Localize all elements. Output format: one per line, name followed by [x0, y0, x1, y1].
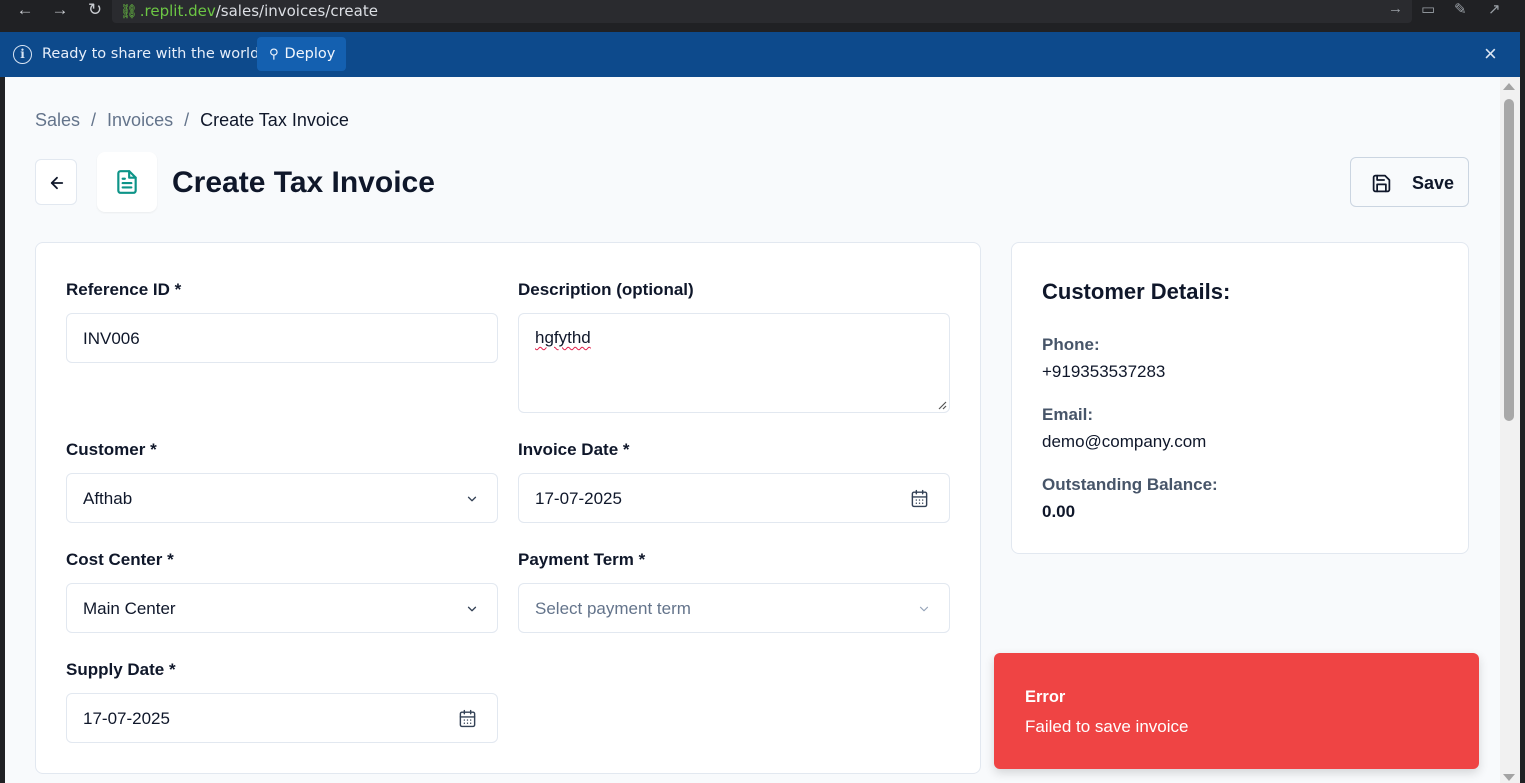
invoice-date-value: 17-07-2025 [535, 489, 622, 508]
cost-center-select[interactable]: Main Center [66, 583, 498, 633]
browser-toolbar: ← → ↻ ⛓ .replit.dev/sales/invoices/create… [0, 0, 1525, 32]
deploy-icon: ⚲ [269, 47, 279, 62]
app-content: Sales / Invoices / Create Tax Invoice Create… [5, 77, 1520, 783]
customer-details-card: Customer Details: Phone: +919353537283 E… [1011, 242, 1469, 554]
customer-label: Customer * [66, 440, 157, 459]
reference-id-value: INV006 [83, 329, 140, 348]
deploy-banner: i Ready to share with the world? ⚲ Deploy… [0, 32, 1525, 77]
deploy-button[interactable]: ⚲ Deploy [257, 37, 346, 71]
customer-select[interactable]: Afthab [66, 473, 498, 523]
breadcrumb-current: Create Tax Invoice [200, 110, 349, 130]
breadcrumb-separator: / [184, 110, 190, 130]
save-label: Save [1412, 173, 1455, 193]
calendar-icon[interactable] [458, 709, 477, 728]
window-edge [1520, 32, 1525, 783]
file-text-icon [117, 170, 137, 194]
description-label: Description (optional) [518, 280, 694, 299]
back-button[interactable] [35, 159, 77, 205]
device-icon[interactable]: ▭ [1421, 0, 1435, 18]
browser-back-icon[interactable]: ← [11, 0, 39, 22]
scroll-down-arrow-icon[interactable] [1503, 774, 1515, 781]
url-path: /sales/invoices/create [215, 2, 378, 20]
info-icon: i [13, 45, 32, 64]
customer-value: Afthab [83, 489, 133, 508]
breadcrumb: Sales / Invoices / Create Tax Invoice [35, 110, 349, 131]
reference-id-input[interactable]: INV006 [66, 313, 498, 363]
supply-date-input[interactable]: 17-07-2025 [66, 693, 498, 743]
chevron-down-icon [467, 496, 477, 502]
chevron-down-icon [919, 606, 929, 612]
url-text: ⛓ .replit.dev/sales/invoices/create [120, 2, 378, 20]
customer-details-title: Customer Details: [1042, 279, 1231, 304]
address-bar[interactable]: ⛓ .replit.dev/sales/invoices/create [112, 0, 1412, 23]
resize-grip-icon[interactable] [938, 401, 947, 410]
invoice-date-input[interactable]: 17-07-2025 [518, 473, 950, 523]
arrow-left-icon [50, 176, 64, 190]
payment-term-label: Payment Term * [518, 550, 646, 569]
url-domain: .replit.dev [139, 2, 216, 20]
scroll-up-arrow-icon[interactable] [1503, 83, 1515, 90]
breadcrumb-sales[interactable]: Sales [35, 110, 80, 131]
browser-reload-icon[interactable]: ↻ [81, 0, 109, 22]
payment-term-select[interactable]: Select payment term [518, 583, 950, 633]
invoice-date-label: Invoice Date * [518, 440, 630, 459]
payment-term-placeholder: Select payment term [535, 599, 691, 618]
document-icon-tile [97, 152, 157, 212]
chevron-down-icon [467, 606, 477, 612]
supply-date-label: Supply Date * [66, 660, 176, 679]
email-label: Email: [1042, 405, 1094, 424]
outstanding-balance-label: Outstanding Balance: [1042, 475, 1218, 494]
browser-forward-icon[interactable]: → [46, 0, 74, 22]
banner-message: Ready to share with the world? [42, 46, 267, 62]
save-icon [1372, 174, 1391, 193]
link-icon: ⛓ [120, 4, 138, 20]
description-value: hgfythd [535, 328, 591, 347]
invoice-form-card: Reference ID * INV006 Description (optio… [35, 242, 981, 774]
phone-label: Phone: [1042, 335, 1100, 354]
deploy-label: Deploy [284, 46, 336, 62]
supply-date-value: 17-07-2025 [83, 709, 170, 728]
go-icon[interactable]: → [1388, 0, 1403, 17]
page-scrollbar[interactable] [1500, 77, 1520, 783]
external-link-icon[interactable]: ↗ [1488, 0, 1501, 18]
save-button[interactable]: Save [1350, 157, 1469, 207]
cost-center-label: Cost Center * [66, 550, 174, 569]
email-value: demo@company.com [1042, 432, 1207, 451]
page-title: Create Tax Invoice [172, 166, 435, 199]
phone-value: +919353537283 [1042, 362, 1166, 381]
breadcrumb-invoices[interactable]: Invoices [107, 110, 173, 131]
breadcrumb-separator: / [91, 110, 97, 130]
error-toast[interactable]: Error Failed to save invoice [994, 653, 1479, 769]
outstanding-balance-value: 0.00 [1042, 502, 1076, 521]
close-icon[interactable]: × [1484, 41, 1497, 67]
calendar-icon[interactable] [910, 489, 929, 508]
scroll-thumb[interactable] [1504, 99, 1514, 421]
toast-title: Error [1025, 688, 1066, 706]
cost-center-value: Main Center [83, 599, 176, 618]
description-textarea[interactable]: hgfythd [518, 313, 950, 413]
toast-message: Failed to save invoice [1025, 717, 1189, 736]
reference-id-label: Reference ID * [66, 280, 182, 299]
wrench-icon[interactable]: ✎ [1454, 0, 1467, 18]
